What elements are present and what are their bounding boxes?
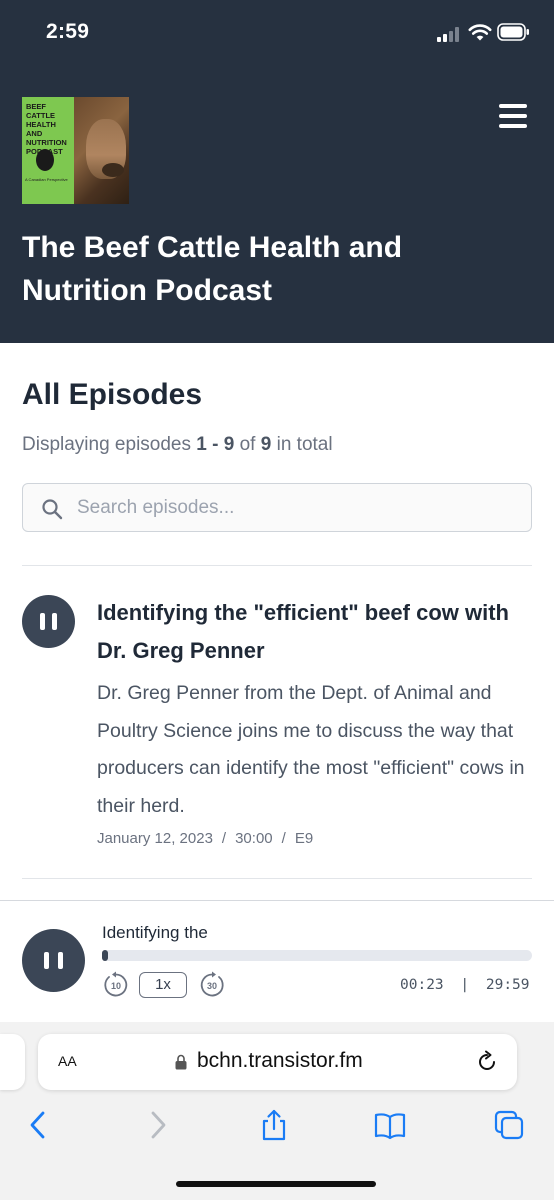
cover-art-text: BEEF CATTLE HEALTH AND NUTRITION PODCAST [26,102,67,156]
player-time-display: 00:23 | 29:59 [400,977,530,993]
episode-duration: 30:00 [235,830,273,847]
rewind-10-icon[interactable]: 10 [102,971,130,999]
range-end: 9 [223,434,235,455]
hamburger-menu-icon[interactable] [499,104,527,128]
episode-pause-button[interactable] [22,595,75,648]
podcast-cover-art[interactable]: BEEF CATTLE HEALTH AND NUTRITION PODCAST… [22,97,129,204]
wifi-icon [468,24,492,41]
status-time: 2:59 [46,20,90,43]
elapsed-time: 00:23 [400,977,444,993]
player-episode-title: Identifying the [102,923,208,942]
battery-icon [497,23,529,41]
lock-icon [175,1054,187,1070]
text-size-button[interactable]: AA [58,1050,77,1072]
forward-icon[interactable] [140,1108,174,1142]
site-header: 2:59 BEEF CATTLE HEALTH AND NUTRITION PO… [0,0,554,343]
svg-text:30: 30 [207,981,217,991]
podcast-title: The Beef Cattle Health and Nutrition Pod… [22,231,403,307]
total-time: 29:59 [485,977,530,993]
player-pause-button[interactable] [22,929,85,992]
section-title: All Episodes [22,378,203,411]
podcast-page: 2:59 BEEF CATTLE HEALTH AND NUTRITION PO… [0,0,554,1200]
previous-tab-preview[interactable] [0,1034,25,1090]
player-progress-bar[interactable] [102,950,532,961]
search-box[interactable] [22,483,532,532]
episode-meta: January 12, 2023/30:00/E9 [97,830,314,847]
bookmarks-icon[interactable] [373,1108,407,1142]
forward-30-icon[interactable]: 30 [198,971,226,999]
back-icon[interactable] [22,1108,56,1142]
episode-description: Dr. Greg Penner from the Dept. of Animal… [97,682,525,817]
total-count: 9 [260,434,272,455]
cellular-signal-icon [437,26,463,42]
playback-speed-button[interactable]: 1x [139,972,187,998]
url-text: bchn.transistor.fm [197,1049,363,1072]
reload-icon[interactable] [475,1050,499,1074]
episode-count-text: Displaying episodes 1 - 9 of 9 in total [22,434,333,455]
search-input[interactable] [77,484,517,531]
episode-title[interactable]: Identifying the "efficient" beef cow wit… [97,594,527,670]
cover-art-subtext: A Canadian Perspective [25,177,68,182]
divider [22,565,532,566]
range-start: 1 [196,434,207,455]
player-progress-fill [102,950,109,961]
svg-text:10: 10 [111,981,121,991]
home-indicator [176,1181,376,1187]
address-bar[interactable]: AA bchn.transistor.fm [38,1034,517,1090]
microphone-icon [36,149,54,171]
episode-date: January 12, 2023 [97,830,213,847]
episode-number: E9 [294,830,314,847]
tabs-icon[interactable] [492,1108,526,1142]
share-icon[interactable] [257,1108,291,1142]
divider [22,878,532,879]
search-icon [42,499,63,520]
